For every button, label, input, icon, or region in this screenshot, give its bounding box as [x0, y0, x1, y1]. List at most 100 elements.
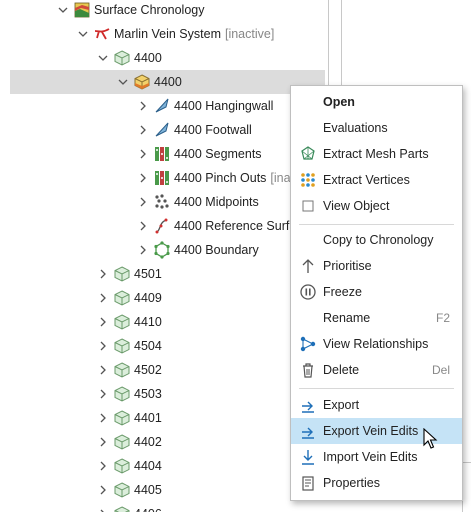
chevron-right-icon[interactable]: [97, 436, 109, 448]
pinch-outs-icon: [153, 169, 171, 187]
chevron-right-icon[interactable]: [97, 316, 109, 328]
tree-item-vein[interactable]: 4406: [0, 502, 326, 512]
menu-item-open[interactable]: Open: [291, 89, 462, 115]
vertices-icon: [299, 171, 317, 189]
menu-item-label: Freeze: [323, 285, 362, 299]
tree-item-vein[interactable]: 4405: [0, 478, 326, 502]
boundary-icon: [153, 241, 171, 259]
menu-item-label: Delete: [323, 363, 360, 377]
tree-item-label: 4405: [134, 483, 162, 497]
menu-item-evaluations[interactable]: Evaluations: [291, 115, 462, 141]
chevron-down-icon[interactable]: [77, 28, 89, 40]
chevron-right-icon[interactable]: [137, 172, 149, 184]
checkbox-icon[interactable]: [299, 197, 317, 215]
tree-item-label: 4409: [134, 291, 162, 305]
tree-item-surface-chronology[interactable]: Surface Chronology: [0, 0, 326, 22]
vein-cube-icon: [113, 313, 131, 331]
menu-item-label: Export: [323, 398, 360, 412]
tree-item-label: 4504: [134, 339, 162, 353]
inactive-status: [inactive]: [224, 27, 275, 41]
tree-item-segments[interactable]: 4400 Segments: [0, 142, 326, 166]
menu-item-label: Open: [323, 95, 355, 109]
chevron-right-icon[interactable]: [97, 412, 109, 424]
midpoints-icon: [153, 193, 171, 211]
menu-item-label: Evaluations: [323, 121, 388, 135]
menu-item-copy-to-chronology[interactable]: Copy to Chronology: [291, 227, 462, 253]
tree-item-label: 4401: [134, 411, 162, 425]
menu-separator: [299, 388, 454, 389]
tree-item-label: 4406: [134, 507, 162, 512]
export-icon: [299, 422, 317, 440]
tree-item-label: 4404: [134, 459, 162, 473]
menu-item-properties[interactable]: Properties: [291, 470, 462, 496]
vein-cube-icon: [113, 337, 131, 355]
shortcut-label: F2: [435, 311, 450, 325]
menu-item-label: Properties: [323, 476, 380, 490]
tree-item-vein[interactable]: 4402: [0, 430, 326, 454]
tree-item-vein[interactable]: 4504: [0, 334, 326, 358]
chevron-down-icon[interactable]: [117, 76, 129, 88]
menu-item-freeze[interactable]: Freeze: [291, 279, 462, 305]
chevron-right-icon[interactable]: [97, 268, 109, 280]
tree-item-vein[interactable]: 4501: [0, 262, 326, 286]
segments-icon: [153, 145, 171, 163]
tree-item-label: 4400 Pinch Outs [inac: [174, 171, 297, 185]
vein-cube-icon: [113, 481, 131, 499]
footwall-surface-icon: [153, 121, 171, 139]
vein-cube-icon: [113, 289, 131, 307]
chevron-right-icon[interactable]: [97, 364, 109, 376]
menu-item-extract-mesh-parts[interactable]: Extract Mesh Parts: [291, 141, 462, 167]
chevron-right-icon[interactable]: [137, 100, 149, 112]
tree-item-marlin-vein-system[interactable]: Marlin Vein System [inactive]: [0, 22, 326, 46]
tree-item-vein[interactable]: 4404: [0, 454, 326, 478]
tree-item-reference-surface[interactable]: 4400 Reference Surfac: [0, 214, 326, 238]
surface-chronology-icon: [73, 1, 91, 19]
tree-item-vein[interactable]: 4503: [0, 382, 326, 406]
chevron-right-icon[interactable]: [137, 148, 149, 160]
import-icon: [299, 448, 317, 466]
menu-item-prioritise[interactable]: Prioritise: [291, 253, 462, 279]
reference-surface-icon: [153, 217, 171, 235]
tree-item-midpoints[interactable]: 4400 Midpoints: [0, 190, 326, 214]
chevron-down-icon[interactable]: [97, 52, 109, 64]
menu-item-extract-vertices[interactable]: Extract Vertices: [291, 167, 462, 193]
menu-item-rename[interactable]: Rename F2: [291, 305, 462, 331]
tree-item-pinch-outs[interactable]: 4400 Pinch Outs [inac: [0, 166, 326, 190]
tree-item-label: 4501: [134, 267, 162, 281]
menu-item-label: Prioritise: [323, 259, 372, 273]
arrow-up-icon: [299, 257, 317, 275]
chevron-right-icon[interactable]: [97, 460, 109, 472]
menu-item-view-object[interactable]: View Object: [291, 193, 462, 219]
tree-item-vein[interactable]: 4410: [0, 310, 326, 334]
chevron-right-icon[interactable]: [137, 244, 149, 256]
tree-item-vein[interactable]: 4401: [0, 406, 326, 430]
tree-item-footwall[interactable]: 4400 Footwall: [0, 118, 326, 142]
menu-item-export[interactable]: Export: [291, 392, 462, 418]
menu-item-delete[interactable]: Delete Del: [291, 357, 462, 383]
project-tree: Surface Chronology Marlin Vein System [in…: [0, 0, 326, 512]
chevron-right-icon[interactable]: [97, 340, 109, 352]
menu-item-view-relationships[interactable]: View Relationships: [291, 331, 462, 357]
tree-item-hangingwall[interactable]: 4400 Hangingwall: [0, 94, 326, 118]
properties-icon: [299, 474, 317, 492]
tree-item-vein[interactable]: 4502: [0, 358, 326, 382]
tree-item-4400-group[interactable]: 4400: [0, 46, 326, 70]
trash-icon: [299, 361, 317, 379]
chevron-right-icon[interactable]: [97, 292, 109, 304]
vein-cube-icon: [113, 457, 131, 475]
chevron-right-icon[interactable]: [137, 220, 149, 232]
chevron-right-icon[interactable]: [137, 196, 149, 208]
chevron-right-icon[interactable]: [97, 484, 109, 496]
chevron-right-icon[interactable]: [97, 508, 109, 512]
tree-item-label: Marlin Vein System [inactive]: [114, 27, 275, 41]
tree-item-boundary[interactable]: 4400 Boundary: [0, 238, 326, 262]
chevron-right-icon[interactable]: [97, 388, 109, 400]
tree-item-label: 4400 Footwall: [174, 123, 252, 137]
tree-item-label: 4400 Hangingwall: [174, 99, 274, 113]
tree-item-vein[interactable]: 4409: [0, 286, 326, 310]
chevron-right-icon[interactable]: [137, 124, 149, 136]
chevron-down-icon[interactable]: [57, 4, 69, 16]
tree-item-label: 4400 Reference Surfac: [174, 219, 303, 233]
export-icon: [299, 396, 317, 414]
tree-item-4400-vein[interactable]: 4400: [10, 70, 325, 94]
